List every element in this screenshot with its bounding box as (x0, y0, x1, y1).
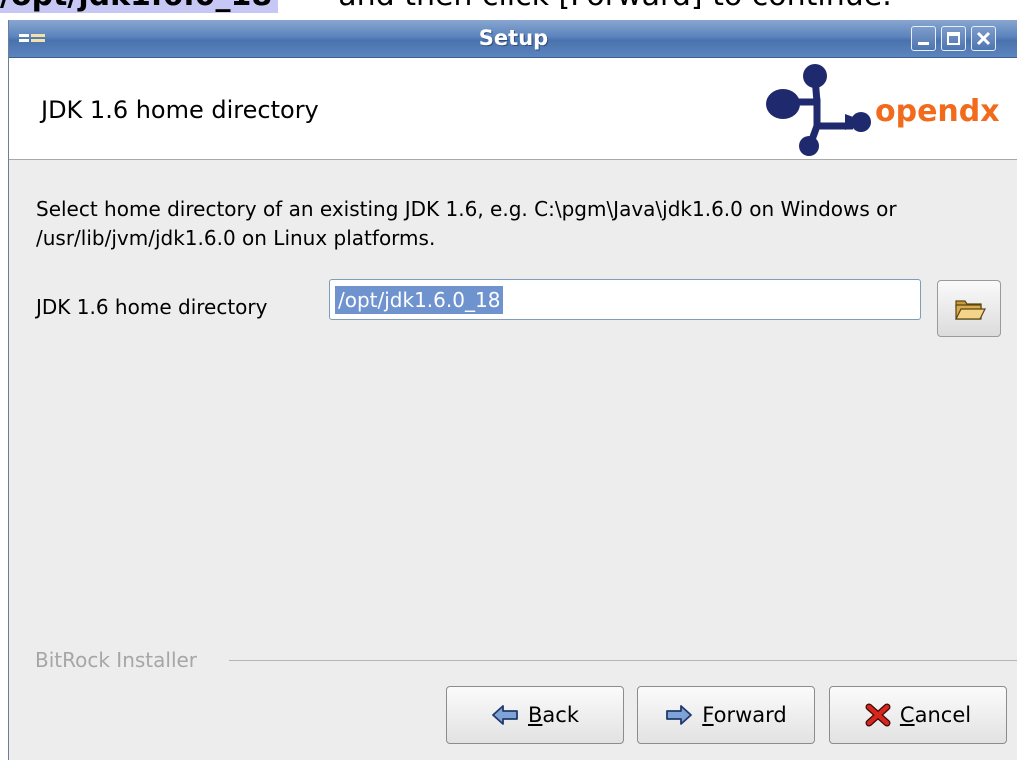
browse-button[interactable] (937, 280, 1001, 337)
jdk-home-input[interactable]: /opt/jdk1.6.0_18 (329, 279, 921, 320)
cancel-button[interactable]: Cancel (829, 686, 1007, 744)
jdk-home-label: JDK 1.6 home directory (36, 295, 268, 319)
document-instruction-text: /opt/jdk1.6.0_18 and then click [Forward]… (0, 0, 1017, 18)
opendx-logo-icon (766, 64, 871, 156)
arrow-left-icon (492, 705, 518, 725)
description-text: Select home directory of an existing JDK… (36, 197, 897, 250)
forward-button-label: Forward (702, 703, 787, 727)
setup-window: Setup JDK 1.6 home directory opendx Sele… (8, 20, 1017, 760)
minimize-icon (918, 42, 929, 45)
folder-open-icon (955, 300, 986, 320)
back-button-label: Back (528, 703, 579, 727)
cancel-button-label: Cancel (899, 703, 972, 727)
title-bar[interactable]: Setup (9, 20, 1017, 58)
forward-button[interactable]: Forward (637, 686, 815, 744)
opendx-logo: opendx (757, 64, 1017, 156)
maximize-icon (947, 32, 960, 45)
jdk-home-input-value: /opt/jdk1.6.0_18 (335, 286, 504, 314)
page-title: JDK 1.6 home directory (41, 96, 319, 124)
page-header: JDK 1.6 home directory opendx (9, 58, 1017, 160)
logo-wordmark: opendx (875, 94, 1000, 129)
highlighted-path-text: /opt/jdk1.6.0_18 (0, 0, 279, 13)
close-button[interactable] (971, 26, 996, 51)
maximize-button[interactable] (941, 26, 966, 51)
arrow-right-icon (666, 705, 693, 725)
installer-label: BitRock Installer (35, 648, 204, 672)
window-title: Setup (478, 26, 549, 50)
close-icon (976, 31, 991, 46)
red-x-icon (865, 703, 891, 727)
instruction-rest-text: and then click [Forward] to continue. (338, 0, 892, 13)
minimize-button[interactable] (911, 26, 936, 51)
back-button[interactable]: Back (446, 686, 624, 744)
footer-divider (229, 660, 1017, 661)
